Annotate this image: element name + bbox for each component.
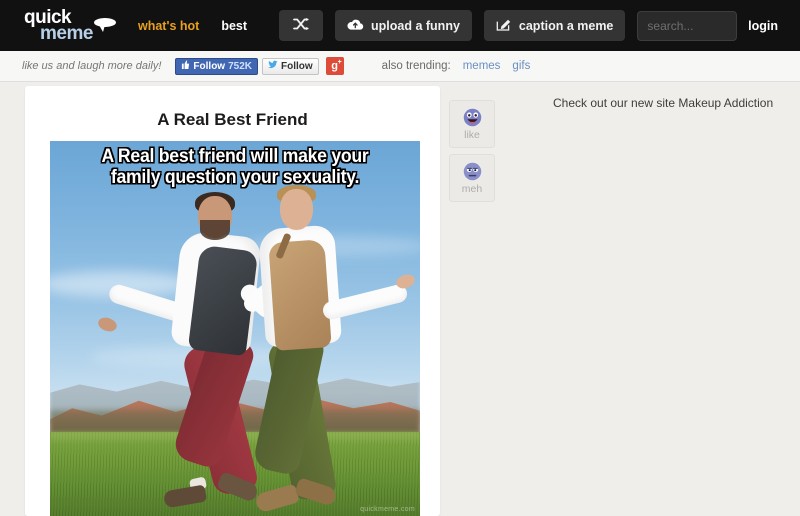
twitter-follow-label: Follow bbox=[281, 61, 313, 72]
person-left-shoe-back bbox=[163, 484, 207, 508]
happy-face-icon bbox=[463, 108, 482, 127]
logo-text-meme: meme bbox=[40, 24, 93, 43]
caption-meme-button[interactable]: caption a meme bbox=[484, 10, 625, 41]
meme-title: A Real Best Friend bbox=[25, 86, 440, 130]
cloud-upload-icon bbox=[347, 18, 364, 34]
search-input[interactable] bbox=[637, 11, 737, 41]
meh-face-icon bbox=[463, 162, 482, 181]
promo-text[interactable]: Check out our new site Makeup Addiction bbox=[553, 96, 773, 110]
site-logo[interactable]: quick meme bbox=[24, 6, 116, 46]
twitter-bird-icon bbox=[268, 60, 278, 72]
speech-bubble-icon bbox=[94, 18, 116, 27]
facebook-follow-count: 752K bbox=[228, 61, 252, 72]
subbar-tagline: like us and laugh more daily! bbox=[22, 60, 161, 72]
nav-link-best[interactable]: best bbox=[221, 19, 247, 33]
trending-link-gifs[interactable]: gifs bbox=[512, 60, 530, 72]
upload-button-label: upload a funny bbox=[371, 19, 460, 33]
trending-link-memes[interactable]: memes bbox=[463, 60, 501, 72]
google-plus-button[interactable]: g + bbox=[326, 57, 344, 75]
facebook-follow-button[interactable]: Follow 752K bbox=[175, 58, 258, 75]
twitter-follow-button[interactable]: Follow bbox=[262, 58, 319, 75]
person-right-shoe-back bbox=[254, 484, 300, 514]
top-navigation-bar: quick meme what's hot best upload a funn… bbox=[0, 0, 800, 51]
meme-card: A Real Best Friend bbox=[25, 86, 440, 516]
caption-button-label: caption a meme bbox=[519, 19, 613, 33]
meme-image[interactable]: A Real best friend will make your family… bbox=[50, 141, 420, 516]
thumbs-up-icon bbox=[181, 60, 190, 72]
login-link[interactable]: login bbox=[748, 19, 778, 33]
pencil-square-icon bbox=[496, 17, 512, 35]
like-button[interactable]: like bbox=[449, 100, 495, 148]
person-right-head bbox=[280, 189, 313, 230]
meh-button-label: meh bbox=[462, 183, 482, 195]
trending-label: also trending: bbox=[382, 60, 451, 72]
vote-button-group: like meh bbox=[449, 100, 495, 208]
upload-funny-button[interactable]: upload a funny bbox=[335, 10, 472, 41]
facebook-follow-label: Follow bbox=[193, 61, 225, 72]
like-button-label: like bbox=[464, 129, 480, 141]
shuffle-icon bbox=[293, 17, 310, 34]
social-subbar: like us and laugh more daily! Follow 752… bbox=[0, 51, 800, 82]
person-right bbox=[218, 189, 420, 516]
shuffle-button[interactable] bbox=[279, 10, 323, 41]
meme-watermark: quickmeme.com bbox=[360, 506, 415, 513]
google-plus-superscript: + bbox=[338, 59, 342, 66]
meh-button[interactable]: meh bbox=[449, 154, 495, 202]
nav-link-whats-hot[interactable]: what's hot bbox=[138, 19, 199, 33]
